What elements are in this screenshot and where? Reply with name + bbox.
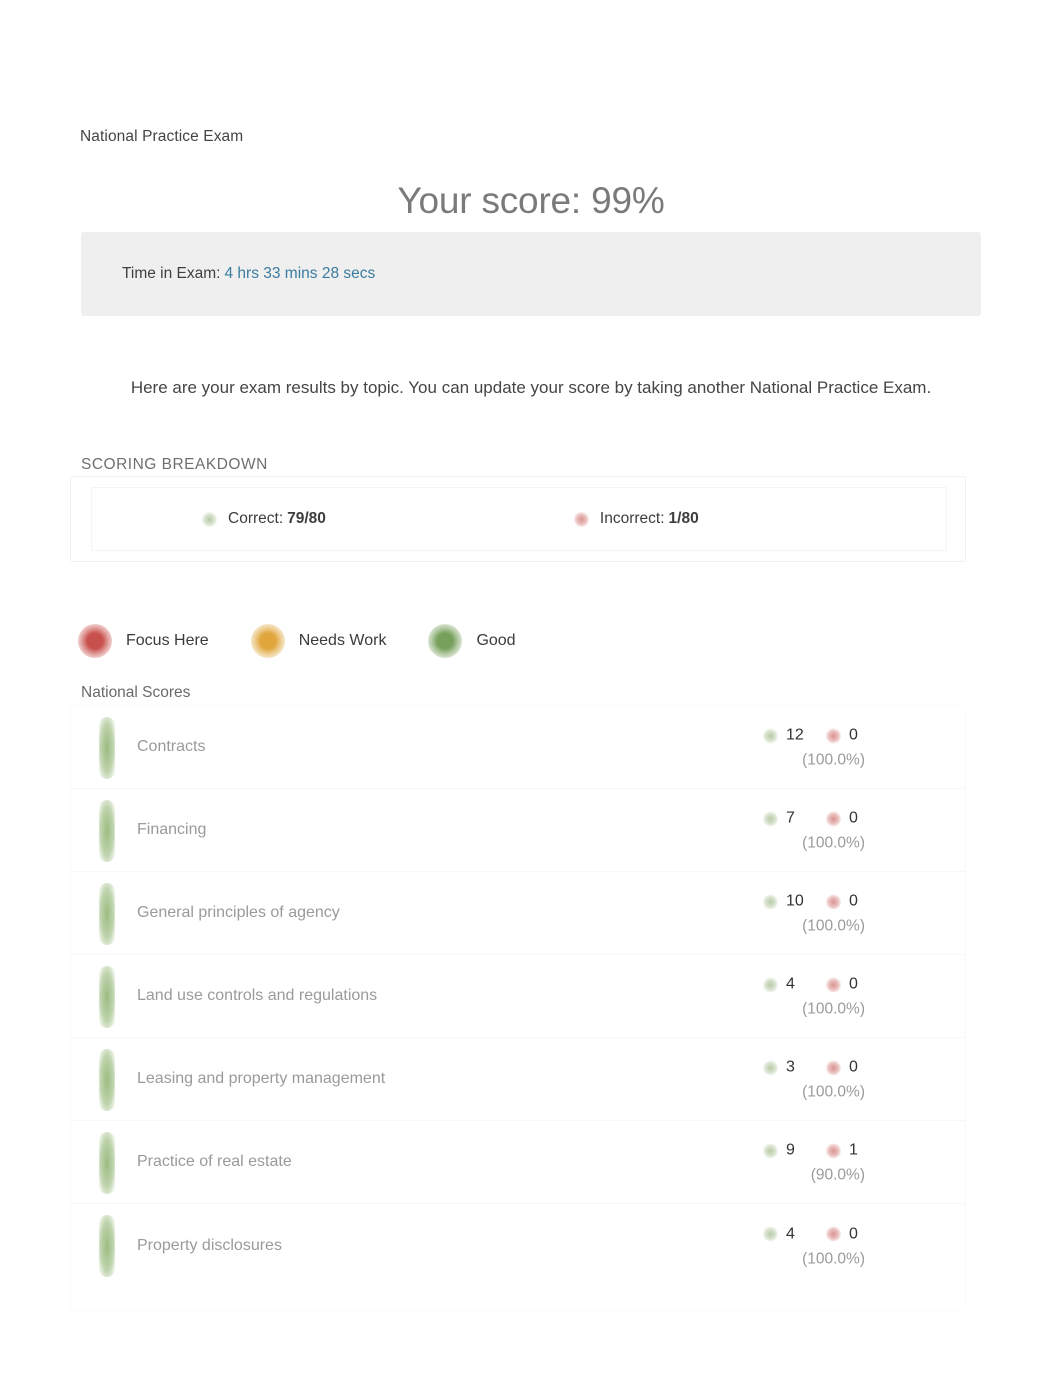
correct-count: 12 bbox=[786, 726, 804, 744]
legend-label-needs-work: Needs Work bbox=[298, 632, 387, 649]
cross-circle-icon bbox=[826, 1226, 841, 1242]
percent-value: (100.0%) bbox=[802, 1083, 865, 1101]
check-circle-icon bbox=[763, 811, 778, 826]
incorrect-count: 0 bbox=[849, 975, 858, 993]
legend-label-good: Good bbox=[476, 632, 516, 649]
check-circle-icon bbox=[763, 894, 778, 909]
topic-stats: 7 0 (100.0%) bbox=[763, 808, 867, 853]
scoring-breakdown-title: SCORING BREAKDOWN bbox=[81, 456, 268, 473]
topic-stats: 10 0 (100.0%) bbox=[763, 891, 867, 936]
topic-name: General principles of agency bbox=[137, 904, 340, 921]
topic-stats: 12 0 (100.0%) bbox=[763, 725, 867, 770]
correct-label: Correct: bbox=[228, 510, 284, 527]
topic-stats: 9 1 (90.0%) bbox=[763, 1140, 867, 1185]
status-bar-icon bbox=[99, 966, 115, 1028]
incorrect-count: 0 bbox=[849, 892, 858, 910]
topic-name: Practice of real estate bbox=[137, 1153, 292, 1170]
time-in-exam-panel: Time in Exam: 4 hrs 33 mins 28 secs bbox=[81, 232, 981, 316]
cross-circle-icon bbox=[826, 811, 841, 826]
national-scores-list: Contracts 12 0 (100.0%) Financing 7 0 (1… bbox=[70, 705, 966, 1311]
table-row[interactable]: Financing 7 0 (100.0%) bbox=[71, 789, 965, 872]
table-row[interactable]: Contracts 12 0 (100.0%) bbox=[71, 706, 965, 789]
table-row[interactable]: Leasing and property management 3 0 (100… bbox=[71, 1038, 965, 1121]
page-title: Your score: 99% bbox=[397, 179, 665, 221]
legend-item-needs-work: Needs Work bbox=[250, 624, 387, 658]
incorrect-count: 0 bbox=[849, 1058, 858, 1076]
correct-count: 10 bbox=[786, 892, 804, 910]
status-bar-icon bbox=[99, 800, 115, 862]
check-circle-icon bbox=[763, 728, 778, 743]
correct-count: 4 bbox=[786, 975, 795, 993]
incorrect-value: 1/80 bbox=[668, 510, 699, 527]
status-bar-icon bbox=[99, 717, 115, 779]
legend-label-focus-here: Focus Here bbox=[126, 632, 209, 649]
topic-name: Property disclosures bbox=[137, 1236, 282, 1254]
results-description: Here are your exam results by topic. You… bbox=[130, 378, 932, 397]
correct-count: 4 bbox=[786, 1225, 795, 1242]
incorrect-label: Incorrect: bbox=[599, 510, 665, 527]
exam-name: National Practice Exam bbox=[80, 128, 244, 145]
status-dot-green-icon bbox=[428, 624, 463, 658]
time-in-exam-text: Time in Exam: 4 hrs 33 mins 28 secs bbox=[81, 265, 375, 283]
status-bar-icon bbox=[99, 1049, 115, 1111]
percent-value: (90.0%) bbox=[810, 1166, 865, 1184]
time-in-exam-value: 4 hrs 33 mins 28 secs bbox=[224, 265, 376, 282]
percent-value: (100.0%) bbox=[802, 917, 865, 935]
table-row[interactable]: Land use controls and regulations 4 0 (1… bbox=[71, 955, 965, 1038]
check-circle-icon bbox=[763, 1060, 778, 1075]
cross-circle-icon bbox=[573, 511, 589, 527]
status-bar-icon bbox=[99, 1215, 115, 1277]
legend-item-good: Good bbox=[428, 624, 516, 658]
status-dot-red-icon bbox=[78, 624, 112, 658]
topic-name: Contracts bbox=[137, 738, 206, 755]
time-in-exam-label: Time in Exam: bbox=[122, 265, 221, 282]
table-row[interactable]: Property disclosures 4 0 (100.0%) bbox=[71, 1204, 965, 1287]
scoring-breakdown-inner: Correct: 79/80 Incorrect: 1/80 bbox=[91, 487, 947, 551]
percent-value: (100.0%) bbox=[802, 834, 865, 852]
correct-value: 79/80 bbox=[287, 510, 326, 527]
incorrect-count: 0 bbox=[849, 726, 858, 744]
topic-stats: 4 0 (100.0%) bbox=[763, 974, 867, 1019]
cross-circle-icon bbox=[826, 977, 841, 992]
topic-name: Leasing and property management bbox=[137, 1070, 386, 1087]
cross-circle-icon bbox=[826, 728, 841, 743]
check-circle-icon bbox=[763, 977, 778, 992]
topic-name: Financing bbox=[137, 821, 207, 838]
cross-circle-icon bbox=[826, 1060, 841, 1075]
percent-value: (100.0%) bbox=[802, 751, 865, 769]
topic-stats: 4 0 (100.0%) bbox=[763, 1223, 867, 1268]
correct-count: 3 bbox=[786, 1058, 795, 1076]
incorrect-count: 0 bbox=[849, 809, 858, 827]
status-legend: Focus Here Needs Work Good bbox=[78, 620, 516, 662]
table-row[interactable]: Practice of real estate 9 1 (90.0%) bbox=[71, 1121, 965, 1204]
check-circle-icon bbox=[202, 511, 217, 527]
incorrect-summary: Incorrect: 1/80 bbox=[573, 510, 699, 528]
percent-value: (100.0%) bbox=[802, 1250, 865, 1267]
correct-count: 9 bbox=[786, 1141, 795, 1159]
scoring-breakdown-card: Correct: 79/80 Incorrect: 1/80 bbox=[70, 476, 966, 562]
cross-circle-icon bbox=[826, 1143, 841, 1158]
status-bar-icon bbox=[99, 1132, 115, 1194]
topic-name: Land use controls and regulations bbox=[137, 987, 378, 1004]
legend-item-focus-here: Focus Here bbox=[78, 624, 209, 658]
status-bar-icon bbox=[99, 883, 115, 945]
percent-value: (100.0%) bbox=[802, 1000, 865, 1018]
topic-stats: 3 0 (100.0%) bbox=[763, 1057, 867, 1102]
check-circle-icon bbox=[763, 1143, 778, 1158]
cross-circle-icon bbox=[826, 894, 841, 909]
incorrect-count: 1 bbox=[849, 1141, 858, 1159]
correct-count: 7 bbox=[786, 809, 795, 827]
status-dot-amber-icon bbox=[250, 624, 285, 658]
table-row[interactable]: General principles of agency 10 0 (100.0… bbox=[71, 872, 965, 955]
incorrect-count: 0 bbox=[849, 1225, 858, 1242]
correct-summary: Correct: 79/80 bbox=[202, 510, 326, 528]
national-scores-title: National Scores bbox=[81, 684, 191, 701]
check-circle-icon bbox=[763, 1226, 778, 1242]
